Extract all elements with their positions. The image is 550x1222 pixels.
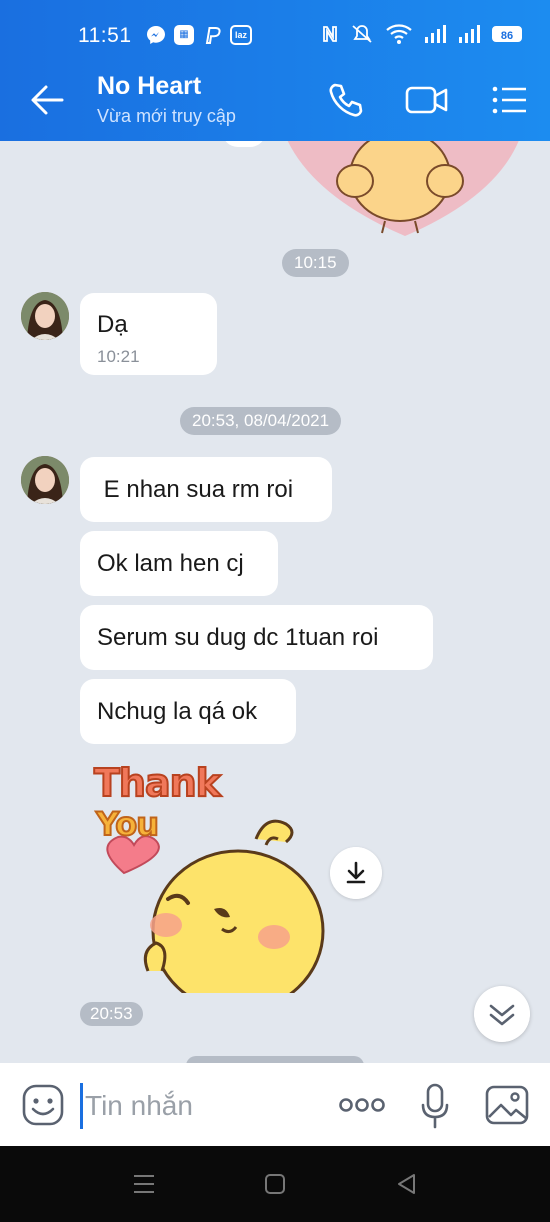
recents-menu-icon[interactable]: [132, 1173, 156, 1195]
sticker-time: 20:53: [80, 1002, 143, 1026]
message-bubble[interactable]: Serum su dug dc 1tuan roi: [80, 605, 433, 670]
mute-bell-icon: [352, 25, 372, 43]
nfc-icon: [323, 26, 337, 42]
messenger-icon: [147, 26, 165, 44]
status-bar: 11:51 ▦ laz 86: [0, 0, 550, 58]
signal-2-icon: [459, 25, 480, 43]
avatar-image: [21, 292, 69, 340]
partial-time-pill: [186, 1056, 364, 1063]
contact-name[interactable]: No Heart: [97, 72, 201, 101]
lazada-icon: laz: [230, 25, 252, 45]
message-text: Dạ: [97, 311, 128, 338]
microphone-icon[interactable]: [420, 1083, 450, 1129]
message-bubble[interactable]: Ok lam hen cj: [80, 531, 278, 596]
sticker-heart-partial[interactable]: [270, 141, 530, 241]
signal-1-icon: [425, 25, 446, 43]
date-separator: 20:53, 08/04/2021: [180, 407, 342, 435]
sticker-text-line1: Thank: [93, 761, 222, 806]
status-time: 11:51: [78, 24, 132, 47]
time-separator: 10:15: [282, 249, 349, 277]
avatar-image: [21, 456, 69, 504]
message-text: Nchug la qá ok: [97, 698, 258, 725]
sticker-text-line2: You: [95, 804, 160, 844]
message-text: Ok lam hen cj: [97, 550, 244, 577]
menu-list-icon[interactable]: [490, 82, 530, 118]
home-square-icon[interactable]: [264, 1173, 286, 1195]
status-app-icons: ▦ laz: [146, 25, 252, 45]
chat-area[interactable]: 10:15 Dạ 10:21 20:53, 08/04/2021 E nhan …: [0, 141, 550, 1063]
message-bubble[interactable]: Nchug la qá ok: [80, 679, 296, 744]
back-triangle-icon[interactable]: [395, 1172, 417, 1196]
message-bubble[interactable]: E nhan sua rm roi: [80, 457, 332, 522]
status-indicators: 86: [322, 24, 522, 44]
partial-avatar: [222, 141, 266, 147]
scroll-down-chevron-icon[interactable]: [474, 986, 530, 1042]
back-arrow-icon[interactable]: [28, 82, 66, 118]
video-call-icon[interactable]: [404, 82, 450, 118]
message-text: E nhan sua rm roi: [97, 476, 294, 503]
image-gallery-icon[interactable]: [485, 1085, 529, 1125]
message-text: Serum su dug dc 1tuan roi: [97, 624, 379, 651]
wifi-icon: [386, 24, 412, 44]
paypal-icon: [205, 27, 221, 44]
lazada-label: laz: [234, 30, 247, 40]
avatar[interactable]: [21, 456, 69, 504]
download-icon[interactable]: [330, 847, 382, 899]
message-time: 10:21: [97, 347, 140, 366]
message-input[interactable]: [80, 1083, 327, 1129]
thank-you-sticker[interactable]: Thank You: [88, 761, 328, 993]
battery-icon: 86: [492, 26, 522, 42]
contact-status: Vừa mới truy cập: [97, 106, 236, 126]
system-nav-bar: [0, 1146, 550, 1222]
avatar[interactable]: [21, 292, 69, 340]
chat-header: No Heart Vừa mới truy cập: [0, 58, 550, 141]
store-icon: ▦: [174, 25, 194, 45]
message-input-bar: [0, 1063, 550, 1146]
emoji-sticker-icon[interactable]: [22, 1084, 64, 1126]
phone-icon[interactable]: [326, 82, 366, 118]
message-bubble[interactable]: Dạ 10:21: [80, 293, 217, 375]
more-options-icon[interactable]: [338, 1094, 386, 1116]
